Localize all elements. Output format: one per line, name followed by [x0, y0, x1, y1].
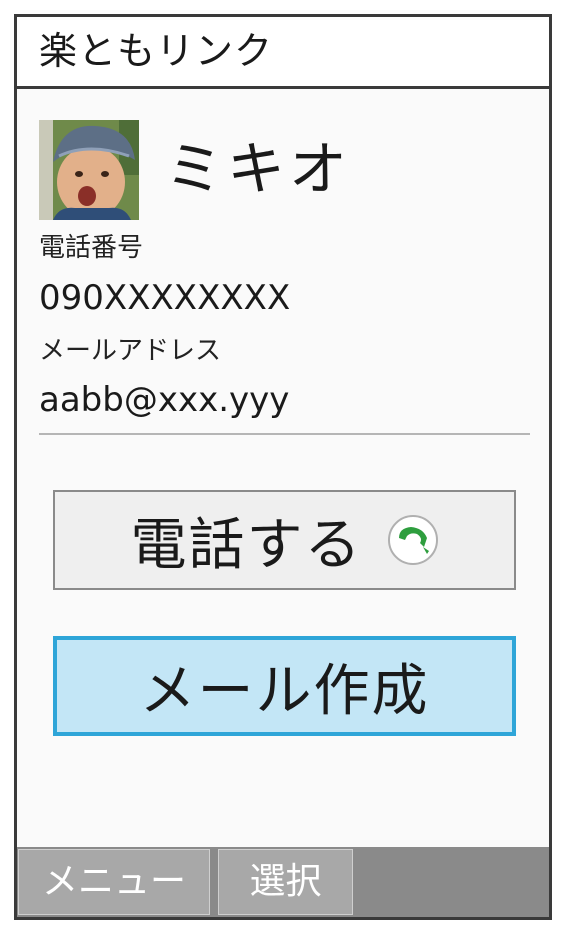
compose-mail-button[interactable]: メール作成 — [53, 636, 516, 736]
title-bar: 楽ともリンク — [17, 17, 549, 89]
call-button[interactable]: 電話する — [53, 490, 516, 590]
phone-icon — [387, 514, 439, 566]
child-photo-icon — [39, 120, 139, 220]
contact-name: ミキオ — [165, 135, 352, 203]
phone-label: 電話番号 — [39, 233, 144, 263]
email-label: メールアドレス — [39, 336, 222, 366]
app-title: 楽ともリンク — [39, 29, 274, 73]
select-softkey[interactable]: 選択 — [218, 849, 353, 915]
call-button-label: 電話する — [130, 512, 363, 578]
phone-number: 090XXXXXXXX — [39, 278, 291, 318]
divider — [39, 433, 530, 435]
menu-softkey[interactable]: メニュー — [18, 849, 210, 915]
app-screen: 楽ともリンク ミキオ 電話番号 090XXXXXXXX メールアドレス aabb… — [14, 14, 552, 920]
email-address: aabb@xxx.yyy — [39, 380, 290, 420]
softkey-bar: メニュー 選択 — [17, 847, 549, 917]
compose-mail-label: メール作成 — [139, 658, 430, 724]
avatar — [39, 120, 139, 220]
